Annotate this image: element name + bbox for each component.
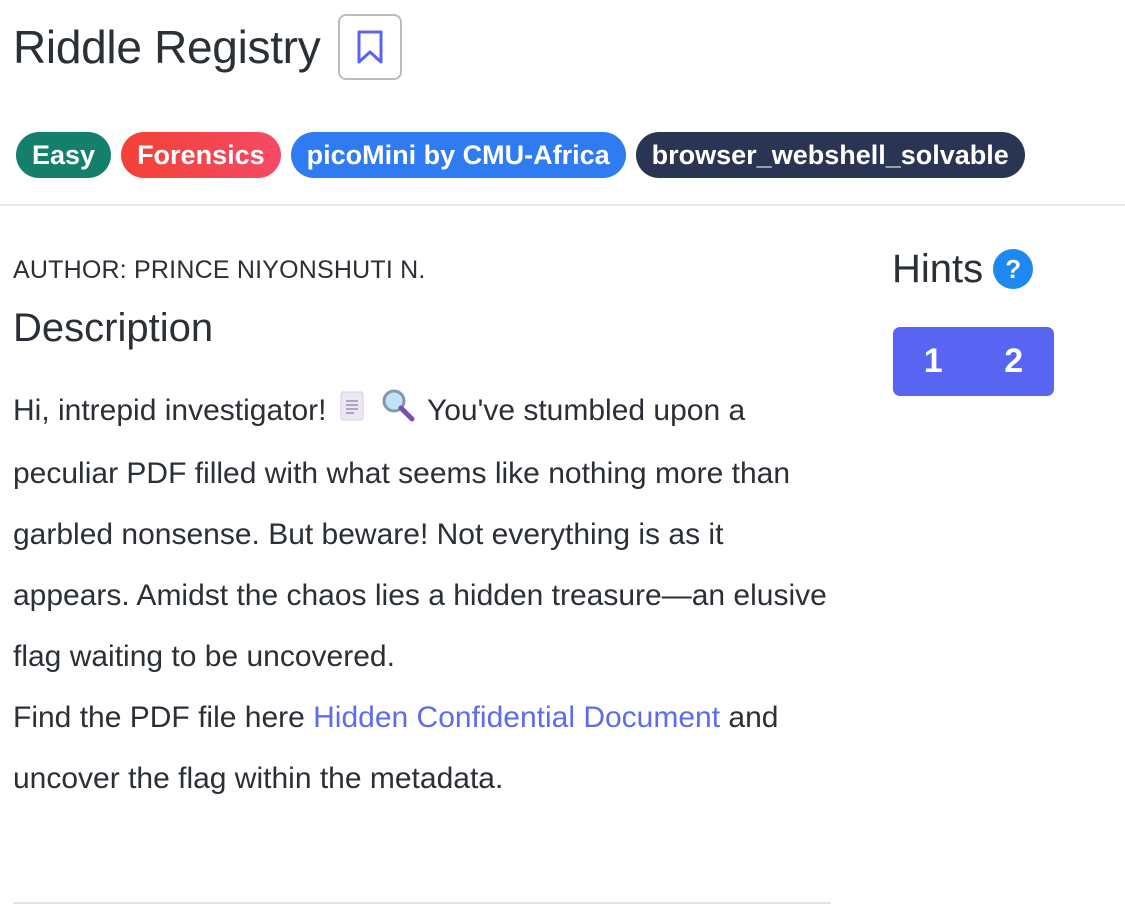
title-row: Riddle Registry: [13, 14, 403, 80]
tag-list: Easy Forensics picoMini by CMU-Africa br…: [16, 132, 1025, 178]
bookmark-icon: [357, 30, 383, 64]
hidden-document-link[interactable]: Hidden Confidential Document: [313, 701, 720, 734]
hint-2-button[interactable]: 2: [974, 342, 1055, 381]
tag-difficulty[interactable]: Easy: [16, 132, 112, 178]
author-line: AUTHOR: PRINCE NIYONSHUTI N.: [13, 256, 426, 284]
header-divider: [0, 204, 1125, 206]
description-heading: Description: [13, 306, 214, 350]
challenge-page: Riddle Registry Easy Forensics picoMini …: [0, 0, 1125, 916]
hint-1-button[interactable]: 1: [893, 342, 974, 381]
tag-event[interactable]: picoMini by CMU-Africa: [290, 132, 626, 178]
description-body: Hi, intrepid investigator! You've stumbl…: [13, 380, 833, 809]
find-prefix: Find the PDF file here: [13, 700, 305, 734]
magnifier-icon: [380, 382, 416, 443]
hint-button-group: 1 2: [893, 327, 1054, 396]
help-icon[interactable]: ?: [993, 249, 1034, 289]
hints-title: Hints: [892, 247, 984, 291]
tag-webshell[interactable]: browser_webshell_solvable: [635, 132, 1025, 178]
bookmark-button[interactable]: [338, 14, 403, 80]
description-text: You've stumbled upon a peculiar PDF fill…: [13, 394, 827, 673]
page-title: Riddle Registry: [13, 21, 321, 73]
description-divider: [13, 902, 831, 904]
tag-category[interactable]: Forensics: [121, 132, 281, 178]
pdf-link-paragraph: Find the PDF file here Hidden Confidenti…: [13, 687, 833, 809]
hints-header: Hints ?: [892, 244, 1034, 294]
description-paragraph: Hi, intrepid investigator! You've stumbl…: [13, 380, 833, 687]
description-intro: Hi, intrepid investigator!: [13, 394, 327, 427]
page-icon: [338, 382, 366, 443]
